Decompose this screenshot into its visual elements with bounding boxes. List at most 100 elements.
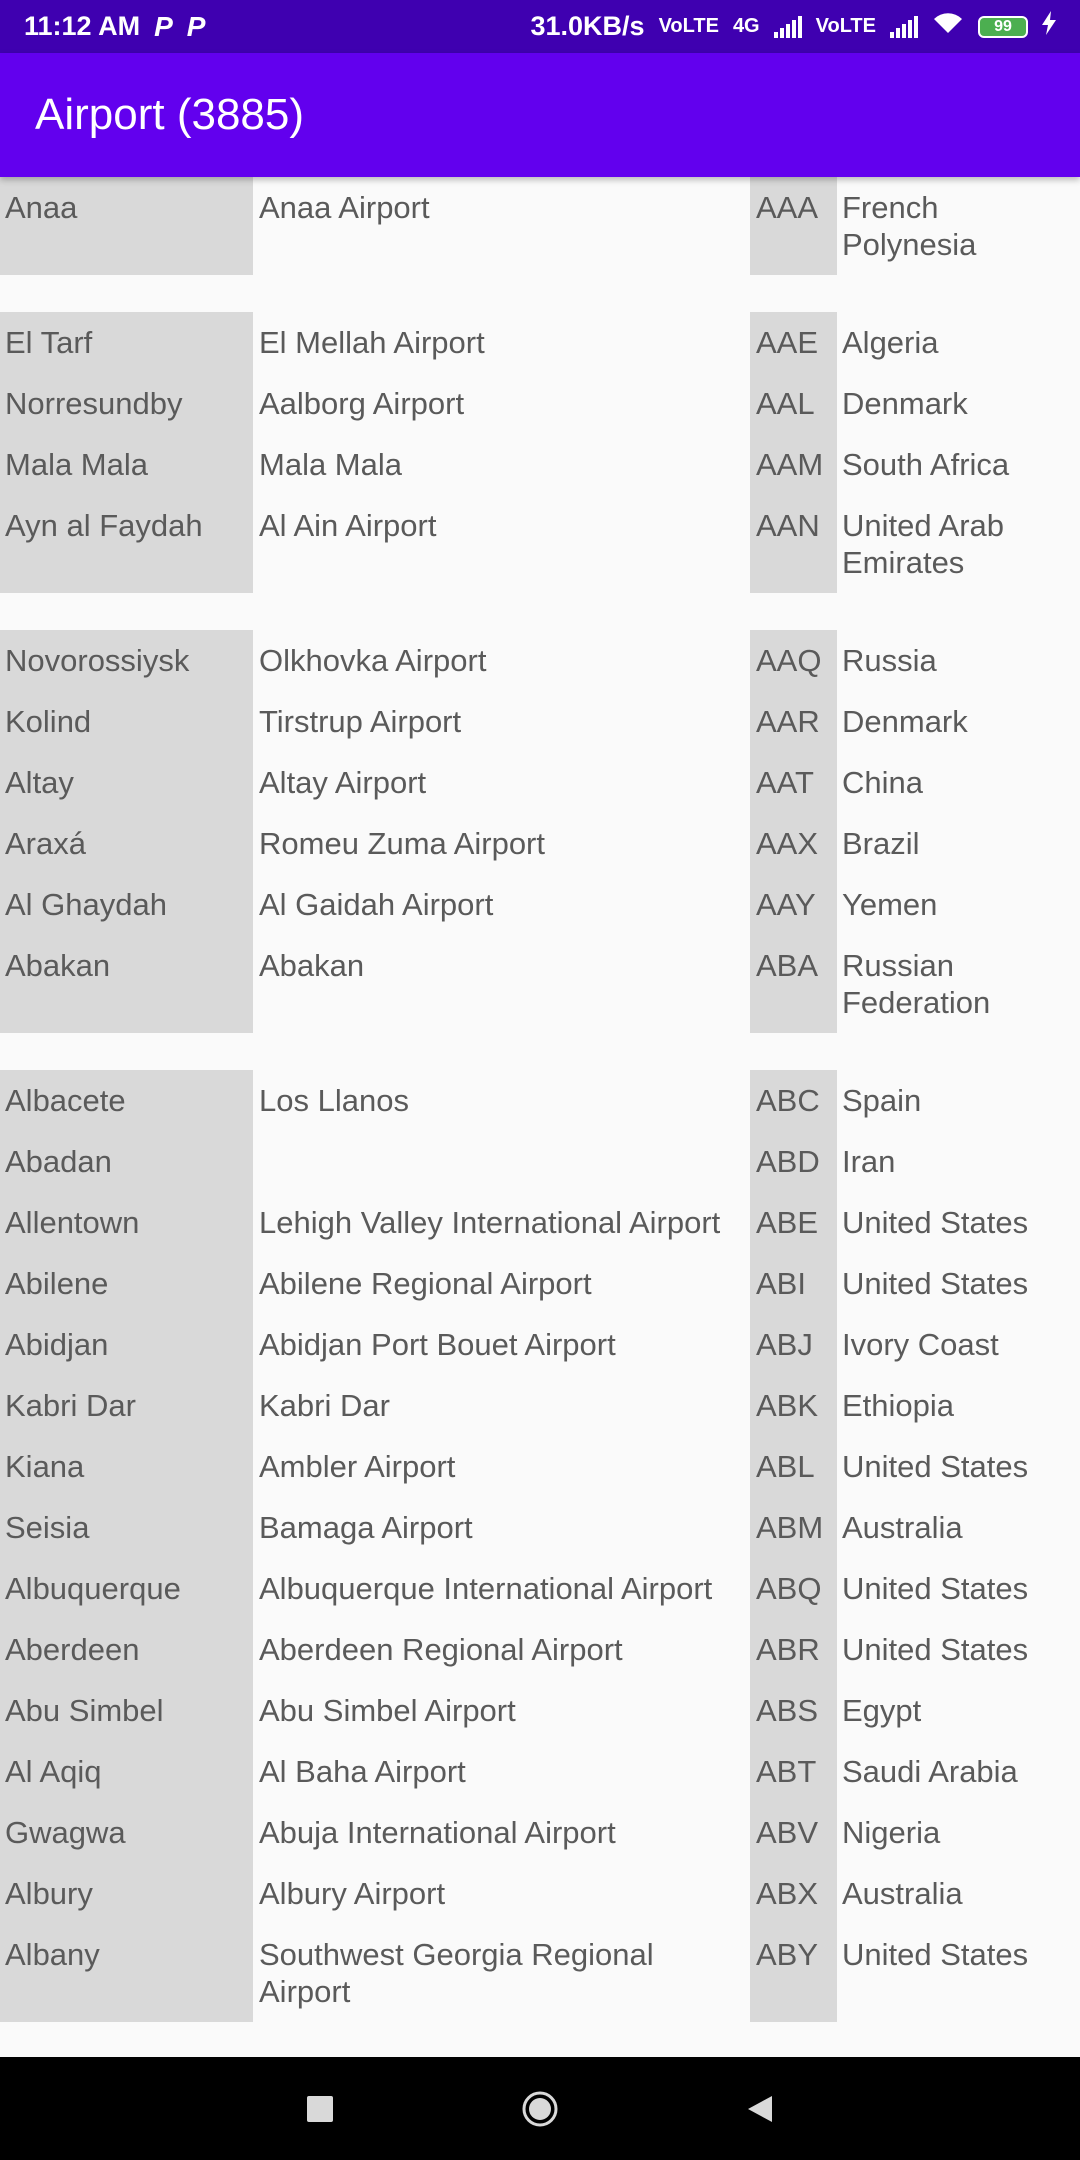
- airport-list[interactable]: Anaa Anaa Airport AAA French Polynesia El Ta…: [0, 177, 1080, 2057]
- airport-code: ABA: [750, 935, 837, 1033]
- airport-name: Abilene Regional Airport: [259, 1266, 592, 1301]
- airport-row[interactable]: Kiana Ambler Airport ABL United States: [0, 1436, 1080, 1497]
- airport-row[interactable]: Altay Altay Airport AAT China: [0, 752, 1080, 813]
- airport-code: ABR: [750, 1619, 837, 1680]
- airport-country: South Africa: [842, 447, 1010, 482]
- airport-code: ABT: [750, 1741, 837, 1802]
- airport-name: Al Gaidah Airport: [259, 887, 494, 922]
- airport-city: Al Aqiq: [0, 1741, 253, 1802]
- airport-name: Ambler Airport: [259, 1449, 456, 1484]
- airport-code: AAL: [750, 373, 837, 434]
- airport-city: Abilene: [0, 1253, 253, 1314]
- recents-button[interactable]: [295, 2084, 345, 2134]
- airport-city: Al Ghaydah: [0, 874, 253, 935]
- page-title: Airport (3885): [35, 90, 305, 139]
- airport-country: Ethiopia: [842, 1388, 955, 1423]
- airport-name: Albuquerque International Airport: [259, 1571, 713, 1606]
- airport-country: Yemen: [842, 887, 938, 922]
- airport-name: Kabri Dar: [259, 1388, 390, 1423]
- airport-country: United States: [842, 1205, 1029, 1240]
- airport-country: Algeria: [842, 325, 939, 360]
- airport-code: AAY: [750, 874, 837, 935]
- airport-country: Egypt: [842, 1693, 922, 1728]
- airport-code: ABV: [750, 1802, 837, 1863]
- airport-row[interactable]: Abadan ABD Iran: [0, 1131, 1080, 1192]
- airport-row[interactable]: Allentown Lehigh Valley International Air…: [0, 1192, 1080, 1253]
- volte-icon: VoLTE: [658, 15, 719, 37]
- airport-code: AAQ: [750, 630, 837, 691]
- airport-name: [253, 1131, 750, 1192]
- navigation-bar: [0, 2057, 1080, 2160]
- airport-country: French Polynesia: [842, 190, 977, 262]
- network-type-4g: 4G: [732, 15, 760, 37]
- airport-row[interactable]: Aberdeen Aberdeen Regional Airport ABR Unit…: [0, 1619, 1080, 1680]
- airport-city: Albury: [0, 1863, 253, 1924]
- airport-row[interactable]: Abakan Abakan ABA Russian Federation: [0, 935, 1080, 1033]
- airport-city: Aberdeen: [0, 1619, 253, 1680]
- airport-country: Ivory Coast: [842, 1327, 999, 1362]
- airport-code: ABI: [750, 1253, 837, 1314]
- airport-code: ABL: [750, 1436, 837, 1497]
- airport-row[interactable]: Abu Simbel Abu Simbel Airport ABS Egypt: [0, 1680, 1080, 1741]
- airport-row[interactable]: Gwagwa Abuja International Airport ABV Nige…: [0, 1802, 1080, 1863]
- wifi-icon: [932, 11, 964, 42]
- airport-country: United States: [842, 1937, 1029, 1972]
- airport-code: AAX: [750, 813, 837, 874]
- airport-code: AAM: [750, 434, 837, 495]
- airport-name: Bamaga Airport: [259, 1510, 473, 1545]
- airport-country: Australia: [842, 1510, 963, 1545]
- airport-row[interactable]: Abidjan Abidjan Port Bouet Airport ABJ Ivor…: [0, 1314, 1080, 1375]
- airport-country: United States: [842, 1632, 1029, 1667]
- airport-city: Abadan: [0, 1131, 253, 1192]
- airport-city: Novorossiysk: [0, 630, 253, 691]
- parking-app-icon: P: [186, 10, 206, 42]
- airport-country: Denmark: [842, 704, 968, 739]
- airport-city: Abakan: [0, 935, 253, 1033]
- battery-level: 99: [994, 17, 1012, 35]
- airport-code: AAT: [750, 752, 837, 813]
- airport-code: AAA: [750, 177, 837, 275]
- back-button[interactable]: [735, 2084, 785, 2134]
- airport-row[interactable]: Seisia Bamaga Airport ABM Australia: [0, 1497, 1080, 1558]
- airport-row[interactable]: Norresundby Aalborg Airport AAL Denmark: [0, 373, 1080, 434]
- app-bar: Airport (3885): [0, 53, 1080, 177]
- airport-name: Abidjan Port Bouet Airport: [259, 1327, 616, 1362]
- airport-city: Albuquerque: [0, 1558, 253, 1619]
- airport-row[interactable]: Anaa Anaa Airport AAA French Polynesia: [0, 177, 1080, 275]
- airport-name: Abu Simbel Airport: [259, 1693, 516, 1728]
- volte-icon: VoLTE: [815, 15, 876, 37]
- airport-city: Altay: [0, 752, 253, 813]
- parking-app-icon: P: [154, 10, 173, 42]
- airport-row[interactable]: El Tarf El Mellah Airport AAE Algeria: [0, 312, 1080, 373]
- airport-row[interactable]: Al Aqiq Al Baha Airport ABT Saudi Arabia: [0, 1741, 1080, 1802]
- airport-row[interactable]: Albacete Los Llanos ABC Spain: [0, 1070, 1080, 1131]
- airport-row[interactable]: Abilene Abilene Regional Airport ABI United…: [0, 1253, 1080, 1314]
- airport-city: Albacete: [0, 1070, 253, 1131]
- airport-row[interactable]: Albany Southwest Georgia Regional Airport…: [0, 1924, 1080, 2022]
- airport-name: Abuja International Airport: [259, 1815, 616, 1850]
- airport-country: Russian Federation: [842, 948, 991, 1020]
- airport-row[interactable]: Araxá Romeu Zuma Airport AAX Brazil: [0, 813, 1080, 874]
- airport-country: United States: [842, 1449, 1029, 1484]
- status-bar-right: 31.0KB/s VoLTE 4G VoLTE 99: [530, 11, 1056, 42]
- airport-row[interactable]: Albuquerque Albuquerque International Air…: [0, 1558, 1080, 1619]
- airport-country: United States: [842, 1266, 1029, 1301]
- airport-country: United Arab Emirates: [842, 508, 1004, 580]
- airport-row[interactable]: Kabri Dar Kabri Dar ABK Ethiopia: [0, 1375, 1080, 1436]
- airport-code: AAE: [750, 312, 837, 373]
- airport-city: Abu Simbel: [0, 1680, 253, 1741]
- airport-row[interactable]: Mala Mala Mala Mala AAM South Africa: [0, 434, 1080, 495]
- airport-country: Saudi Arabia: [842, 1754, 1018, 1789]
- airport-country: Brazil: [842, 826, 920, 861]
- airport-row[interactable]: Kolind Tirstrup Airport AAR Denmark: [0, 691, 1080, 752]
- airport-row[interactable]: Novorossiysk Olkhovka Airport AAQ Russia: [0, 630, 1080, 691]
- charging-icon: [1042, 11, 1056, 42]
- airport-code: ABJ: [750, 1314, 837, 1375]
- airport-city: Norresundby: [0, 373, 253, 434]
- airport-row[interactable]: Albury Albury Airport ABX Australia: [0, 1863, 1080, 1924]
- airport-row[interactable]: Al Ghaydah Al Gaidah Airport AAY Yemen: [0, 874, 1080, 935]
- airport-country: Australia: [842, 1876, 963, 1911]
- airport-code: ABM: [750, 1497, 837, 1558]
- home-button[interactable]: [515, 2084, 565, 2134]
- airport-row[interactable]: Ayn al Faydah Al Ain Airport AAN United Ara…: [0, 495, 1080, 593]
